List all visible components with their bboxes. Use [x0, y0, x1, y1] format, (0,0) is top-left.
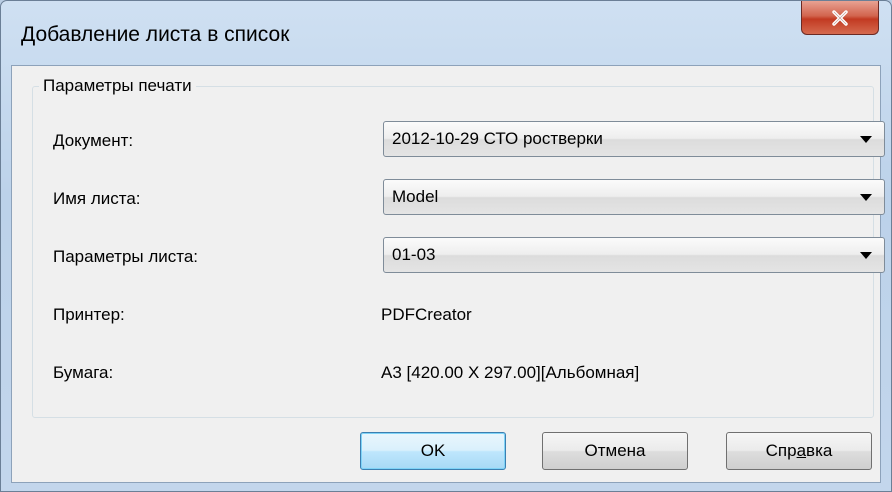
sheet-params-select[interactable]: 01-03	[383, 237, 885, 273]
document-select[interactable]: 2012-10-29 СТО ростверки	[383, 121, 885, 157]
cancel-button[interactable]: Отмена	[542, 432, 688, 470]
sheet-params-select-value: 01-03	[392, 245, 436, 264]
group-legend: Параметры печати	[39, 76, 196, 96]
document-select-value: 2012-10-29 СТО ростверки	[392, 129, 603, 148]
ok-button[interactable]: OK	[360, 432, 506, 470]
chevron-down-icon	[860, 252, 872, 259]
sheet-name-select[interactable]: Model	[383, 179, 885, 215]
printer-value: PDFCreator	[381, 305, 472, 324]
cancel-button-label: Отмена	[584, 441, 646, 460]
help-label-suffix: вка	[806, 441, 833, 460]
sheet-name-label: Имя листа:	[53, 189, 141, 208]
print-settings-group: Параметры печати Документ: 2012-10-29 СТ…	[32, 76, 885, 418]
dialog-client-area: Параметры печати Документ: 2012-10-29 СТ…	[11, 65, 885, 483]
window-title: Добавление листа в список	[21, 23, 290, 46]
close-button[interactable]	[801, 1, 879, 35]
close-icon	[831, 9, 849, 26]
dialog-window: Добавление листа в список Параметры печа…	[0, 0, 892, 492]
paper-value: A3 [420.00 X 297.00][Альбомная]	[381, 363, 640, 382]
sheet-name-select-value: Model	[392, 187, 439, 206]
help-label-prefix: Спр	[765, 441, 797, 460]
help-button-label: Справка	[766, 441, 833, 461]
chevron-down-icon	[860, 194, 872, 201]
help-label-mnemonic: а	[796, 441, 807, 460]
sheet-params-label: Параметры листа:	[53, 247, 199, 266]
title-bar[interactable]: Добавление листа в список	[1, 1, 891, 65]
paper-label: Бумага:	[53, 363, 114, 382]
document-label: Документ:	[53, 131, 134, 150]
printer-label: Принтер:	[53, 305, 125, 324]
chevron-down-icon	[860, 136, 872, 143]
ok-button-label: OK	[420, 441, 446, 460]
help-button[interactable]: Справка	[726, 432, 872, 470]
